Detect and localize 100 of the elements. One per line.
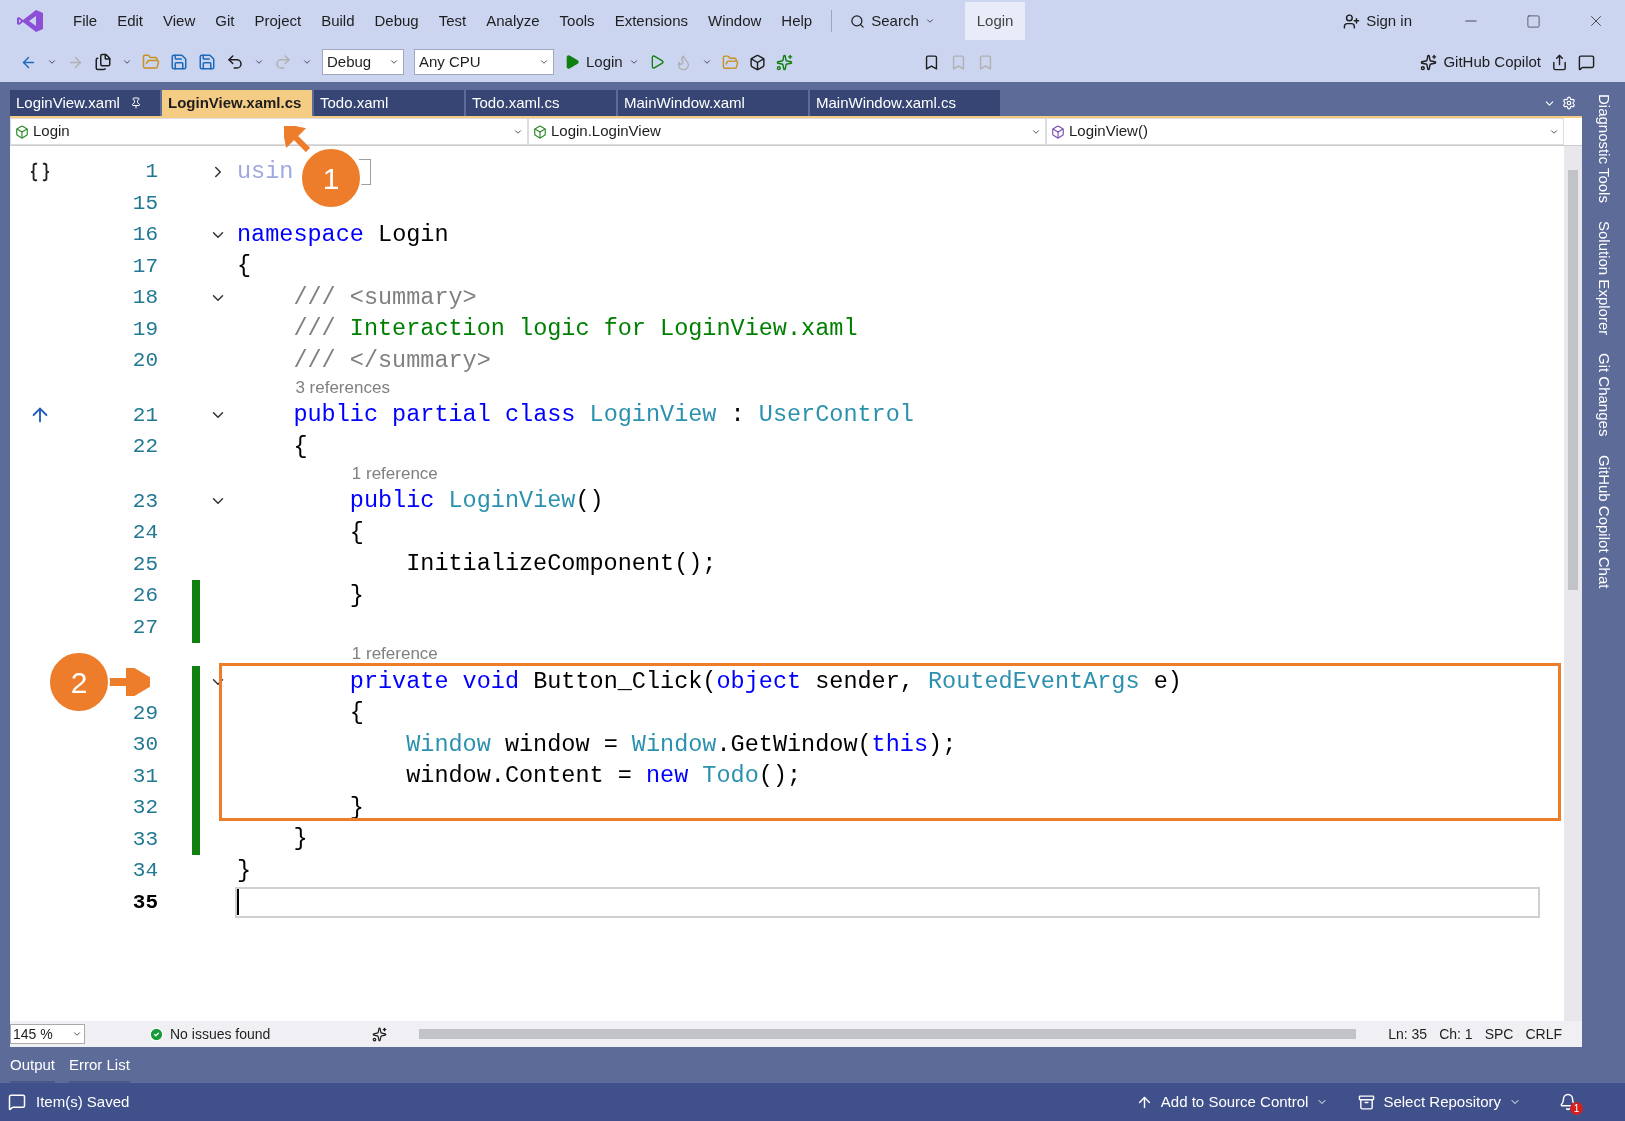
code-line: window.Content = new Todo(); [406,761,802,792]
side-panel-tab[interactable]: Git Changes [1592,353,1615,437]
braces-icon [29,160,51,183]
code-line: { [349,517,364,548]
menu-item[interactable]: Build [312,6,364,36]
menu-item[interactable]: Window [699,6,771,36]
line-ending: CRLF [1525,1024,1562,1044]
status-message: Item(s) Saved [36,1091,130,1112]
code-line: /// Interaction logic for LoginView.xaml [293,314,858,345]
save-all-icon[interactable] [198,53,216,71]
menu-item[interactable]: Project [245,6,311,36]
side-panel-tab[interactable]: Solution Explorer [1592,220,1615,336]
run-button[interactable]: Login [564,50,639,74]
check-icon [149,1026,164,1042]
line-number: 22 [132,435,158,458]
line-number: 26 [132,584,158,607]
play-icon [564,54,580,70]
type-dropdown[interactable]: Login.LoginView [528,118,1046,145]
document-tab[interactable]: Todo.xaml.cs [466,90,616,116]
caret-icon [122,57,132,67]
menu-item[interactable]: Tools [550,6,604,36]
menu-item[interactable]: Analyze [477,6,549,36]
line-number: 30 [132,733,158,756]
line-number: 23 [132,489,158,513]
caret-icon [701,57,712,67]
new-item-icon[interactable] [94,53,112,71]
class-icon [533,124,547,139]
zoom-dropdown[interactable]: 145 % [10,1024,85,1044]
line-number: 18 [132,286,158,309]
code-line: } [293,824,308,855]
line-number: 32 [132,796,158,819]
menu-item[interactable]: Test [429,6,476,36]
code-line: public LoginView() [349,486,604,517]
menu-item[interactable]: Help [772,6,822,36]
code-line: { [237,251,252,282]
project-dropdown[interactable]: Login [10,118,528,145]
caret-icon [254,57,264,67]
repository-icon [1358,1093,1376,1111]
code-line: /// </summary> [293,345,491,376]
caret-icon [72,1029,82,1039]
codelens-reference[interactable]: 1 reference [351,644,438,663]
share-icon[interactable] [1551,53,1568,71]
whitespace-mode: SPC [1484,1024,1514,1044]
feedback-icon[interactable] [1578,53,1595,71]
settings-icon[interactable] [1562,96,1576,110]
code-line: } [237,855,252,886]
platform-dropdown[interactable]: Any CPU [414,49,554,75]
line-number: 34 [132,859,158,882]
line-number: 16 [132,223,158,246]
line-number: 27 [132,615,158,639]
line-number: 19 [132,317,158,341]
pin-icon[interactable] [129,97,142,109]
method-icon [1051,124,1065,139]
codelens-reference[interactable]: 3 references [295,377,390,397]
menu-item[interactable]: View [154,6,205,36]
code-line: /// <summary> [293,282,477,313]
csharp-icon [15,124,29,139]
line-number: 1 [145,160,158,183]
callout-arrow [108,668,150,696]
document-tab[interactable]: LoginView.xaml [10,90,160,116]
text-cursor [237,889,239,916]
codelens-reference[interactable]: 1 reference [351,463,438,483]
code-line: public partial class LoginView : UserControl [293,400,914,431]
copilot-button[interactable]: GitHub Copilot [1420,50,1541,74]
notifications-icon[interactable] [1559,1093,1577,1111]
sign-in-button[interactable]: Sign in [1337,9,1418,33]
member-dropdown[interactable]: LoginView() [1046,118,1564,145]
menu-item[interactable]: Git [206,6,244,36]
source-control-button[interactable]: Add to Source Control [1135,1090,1329,1114]
menu-item[interactable]: Edit [108,6,153,36]
side-panel-tab[interactable]: GitHub Copilot Chat [1592,454,1615,588]
code-line: { [293,431,308,462]
menu-item[interactable]: Extensions [605,6,697,36]
side-panel-tab[interactable]: Diagnostic Tools [1592,94,1615,203]
caret-icon [628,57,639,67]
menu-item[interactable]: Debug [365,6,428,36]
save-icon[interactable] [170,53,188,71]
code-line: namespace Login [237,219,449,250]
configuration-dropdown[interactable]: Debug [322,49,404,75]
code-line: private void Button_Click(object sender, RoutedEventArgs e) [349,666,1182,697]
line-number: 17 [132,254,158,278]
user-add-icon [1343,12,1361,30]
repository-button[interactable]: Select Repository [1358,1090,1521,1114]
menu-item[interactable]: File [64,6,107,36]
caret-icon [302,57,312,67]
message-icon [8,1093,26,1111]
line-number: 31 [132,764,158,788]
code-line: } [349,580,364,611]
line-number: 20 [132,349,158,372]
code-line: { [349,698,364,729]
line-number: 29 [132,701,158,725]
search-button[interactable]: Search [842,6,943,36]
caret-icon [924,16,935,26]
document-tab[interactable]: LoginView.xaml.cs [162,90,312,116]
issues-status[interactable]: No issues found [170,1023,360,1045]
undo-icon[interactable] [226,53,244,71]
document-tab[interactable]: Todo.xaml [314,90,464,116]
line-number: 33 [132,827,158,851]
document-tab[interactable]: MainWindow.xaml [618,90,808,116]
document-tab[interactable]: MainWindow.xaml.cs [810,90,1000,116]
